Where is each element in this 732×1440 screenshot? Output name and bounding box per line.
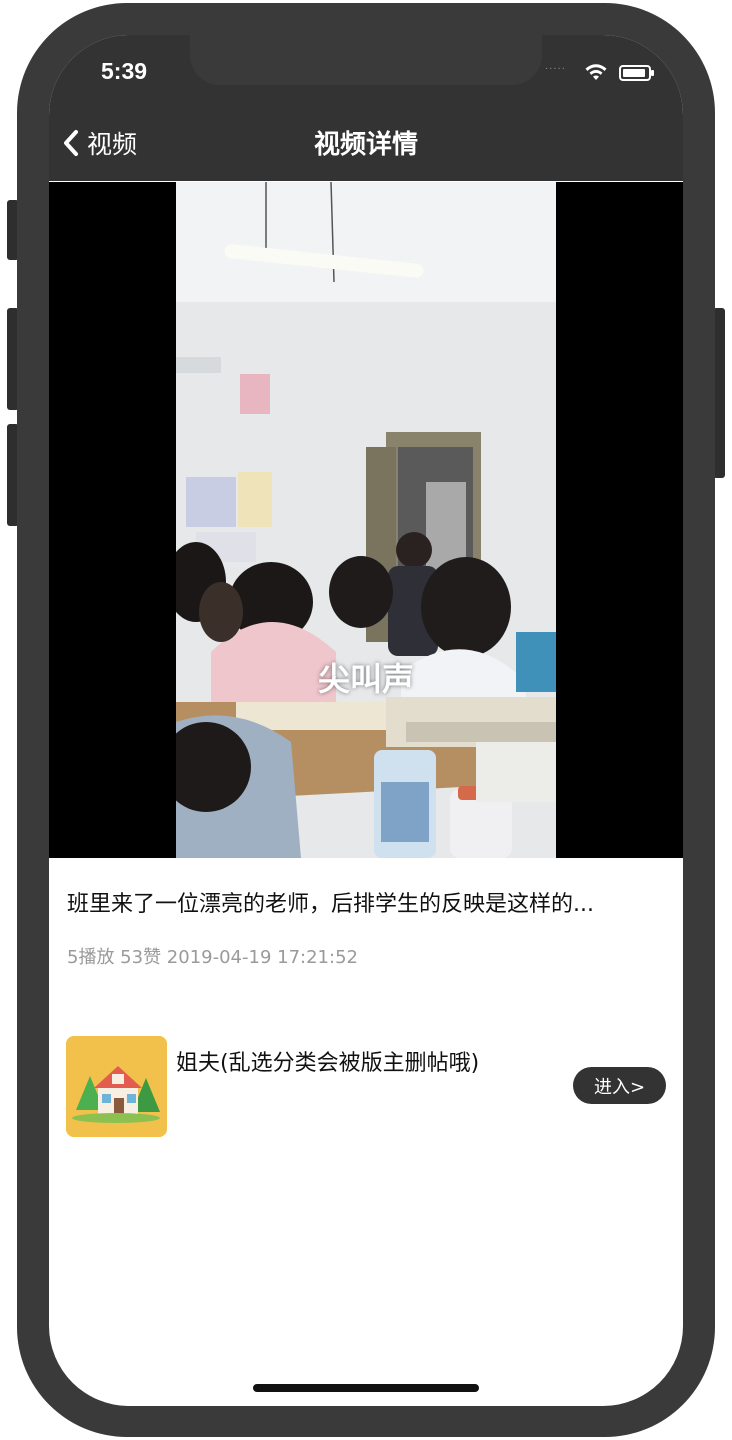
channel-avatar[interactable]	[66, 1036, 167, 1137]
home-indicator[interactable]	[253, 1384, 479, 1392]
battery-icon	[619, 65, 654, 81]
video-caption: 尖叫声	[317, 660, 414, 698]
video-player[interactable]: 尖叫声	[49, 182, 683, 858]
top-bar: 5:39 ..... 视频 视频详情	[49, 35, 683, 181]
video-title: 班里来了一位漂亮的老师，后排学生的反映是这样的...	[67, 892, 594, 917]
video-meta: 5播放 53赞 2019-04-19 17:21:52	[67, 947, 358, 968]
notch	[190, 35, 542, 85]
page-title: 视频详情	[313, 130, 418, 160]
classroom-video-image	[176, 182, 556, 858]
house-icon	[66, 1036, 167, 1137]
channel-name[interactable]: 姐夫(乱选分类会被版主删帖哦)	[176, 1045, 479, 1077]
screen: 5:39 ..... 视频 视频详情 尖叫声 班里来了一位漂亮的老师，后排学生的…	[49, 35, 683, 1406]
video-frame: 尖叫声	[176, 182, 556, 858]
status-time: 5:39	[101, 58, 148, 84]
wifi-icon	[585, 64, 607, 80]
enter-channel-button[interactable]: 进入>	[573, 1067, 666, 1104]
signal-dots-icon: .....	[545, 61, 566, 72]
